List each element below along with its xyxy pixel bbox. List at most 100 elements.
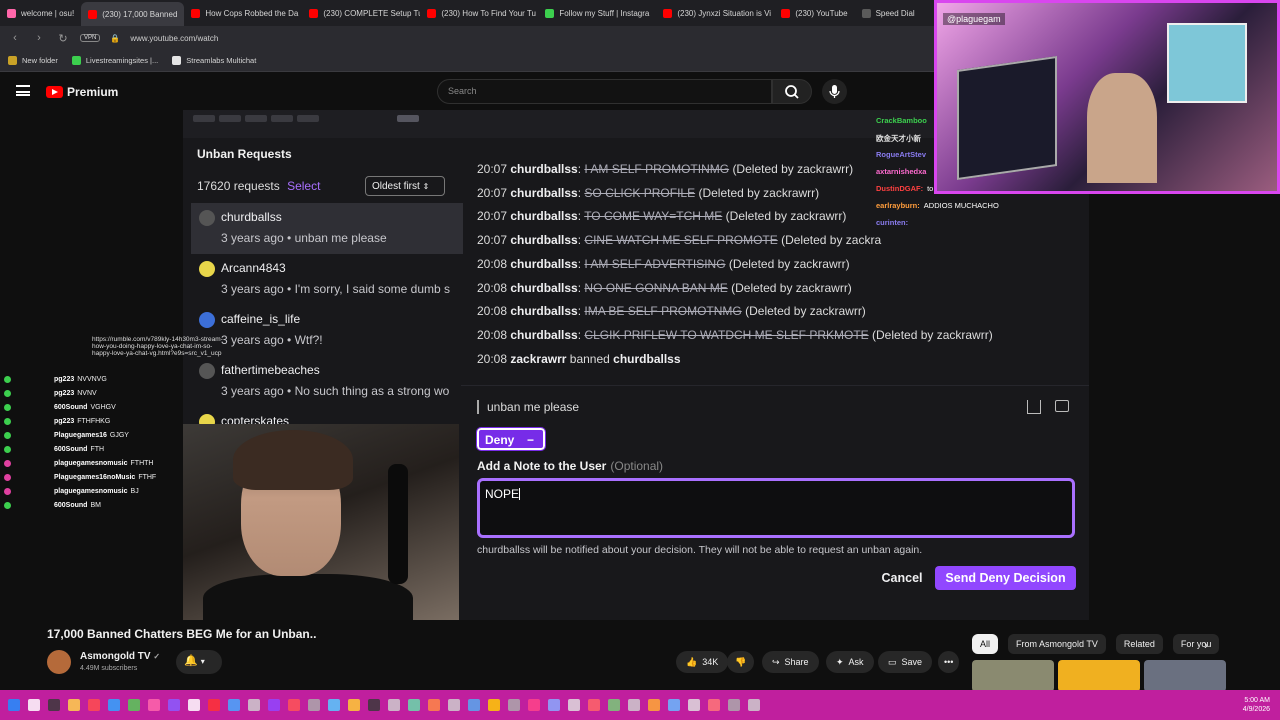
taskbar-app-icon[interactable] xyxy=(468,699,480,711)
request-list-item[interactable]: churdballss 3 years ago • unban me please xyxy=(191,203,463,254)
taskbar-app-icon[interactable] xyxy=(168,699,180,711)
cancel-button[interactable]: Cancel xyxy=(869,566,935,590)
recommendation-thumbnail[interactable] xyxy=(1144,660,1226,692)
taskbar-app-icon[interactable] xyxy=(528,699,540,711)
inner-tab xyxy=(245,115,267,122)
forward-icon[interactable]: › xyxy=(32,32,46,44)
browser-tab[interactable]: (230) How To Find Your Tu xyxy=(420,2,538,24)
taskbar-app-icon[interactable] xyxy=(428,699,440,711)
taskbar-app-icon[interactable] xyxy=(308,699,320,711)
multichat-user: plaguegamesnomusic xyxy=(54,487,128,495)
youtube-logo[interactable]: Premium xyxy=(46,85,118,99)
like-button[interactable]: 👍 34K xyxy=(676,651,729,673)
notification-bell-button[interactable]: 🔔 ▾ xyxy=(176,650,222,674)
taskbar-app-icon[interactable] xyxy=(488,699,500,711)
ban-event-line: 20:08 zackrawrr banned churdballss xyxy=(477,352,681,366)
taskbar-app-icon[interactable] xyxy=(88,699,100,711)
taskbar-app-icon[interactable] xyxy=(208,699,220,711)
vpn-badge[interactable]: VPN xyxy=(80,34,101,42)
menu-icon[interactable] xyxy=(16,85,30,96)
taskbar-app-icon[interactable] xyxy=(288,699,300,711)
taskbar-app-icon[interactable] xyxy=(688,699,700,711)
reload-icon[interactable]: ↻ xyxy=(56,32,70,45)
browser-tab[interactable]: How Cops Robbed the Da xyxy=(184,2,302,24)
chevron-right-icon[interactable]: › xyxy=(1204,638,1208,652)
system-clock[interactable]: 5:00 AM 4/9/2026 xyxy=(1243,696,1270,714)
browser-tab[interactable]: welcome | osu! xyxy=(0,2,81,24)
taskbar-app-icon[interactable] xyxy=(648,699,660,711)
filter-chip[interactable]: Related xyxy=(1115,634,1163,654)
taskbar-app-icon[interactable] xyxy=(568,699,580,711)
filter-chip[interactable]: From Asmongold TV xyxy=(1008,634,1106,654)
tab-label: Follow my Stuff | Instagra xyxy=(559,8,650,18)
more-actions-button[interactable]: ••• xyxy=(938,651,960,673)
bookmark-item[interactable]: Livestreamingsites |... xyxy=(71,56,158,65)
select-link[interactable]: Select xyxy=(287,179,320,193)
ask-label: Ask xyxy=(848,657,864,667)
share-icon[interactable] xyxy=(1027,400,1041,414)
back-icon[interactable]: ‹ xyxy=(8,32,22,44)
taskbar-app-icon[interactable] xyxy=(28,699,40,711)
browser-tab[interactable]: (230) 17,000 Banned xyxy=(81,2,185,26)
bookmark-label: New folder xyxy=(22,56,58,65)
note-textarea[interactable]: NOPE xyxy=(477,478,1075,538)
taskbar-app-icon[interactable] xyxy=(248,699,260,711)
url-text[interactable]: www.youtube.com/watch xyxy=(130,34,218,43)
overlay-chat-user: CrackBamboo xyxy=(876,116,927,125)
save-button[interactable]: ▭ Save xyxy=(878,651,933,673)
report-icon[interactable] xyxy=(1055,400,1069,412)
taskbar-app-icon[interactable] xyxy=(368,699,380,711)
overlay-chat-user: RogueArtStev xyxy=(876,150,927,159)
taskbar-app-icon[interactable] xyxy=(328,699,340,711)
bookmark-item[interactable]: Streamlabs Multichat xyxy=(172,56,256,65)
taskbar-app-icon[interactable] xyxy=(188,699,200,711)
tab-label: (230) COMPLETE Setup Tu xyxy=(323,8,421,18)
bookmark-item[interactable]: New folder xyxy=(8,56,58,65)
recommendation-thumbnail[interactable] xyxy=(1058,660,1140,692)
taskbar-app-icon[interactable] xyxy=(128,699,140,711)
taskbar-app-icon[interactable] xyxy=(48,699,60,711)
deny-toggle-button[interactable]: Deny − xyxy=(476,427,546,451)
filter-chip[interactable]: For you xyxy=(1172,634,1220,654)
channel-avatar[interactable] xyxy=(47,650,71,674)
browser-tab[interactable]: (230) Jynxzi Situation is Vi xyxy=(656,2,774,24)
taskbar-app-icon[interactable] xyxy=(628,699,640,711)
taskbar-app-icon[interactable] xyxy=(108,699,120,711)
taskbar-app-icon[interactable] xyxy=(728,699,740,711)
share-button[interactable]: ↪ Share xyxy=(762,651,819,673)
filter-chip[interactable]: All xyxy=(972,634,999,654)
multichat-message: NVNV xyxy=(77,389,97,397)
taskbar-app-icon[interactable] xyxy=(408,699,420,711)
sort-dropdown[interactable]: Oldest first ⇕ xyxy=(365,176,445,196)
voice-search-button[interactable] xyxy=(822,79,847,104)
search-input[interactable]: Search xyxy=(437,79,772,104)
recommendation-thumbnail[interactable] xyxy=(972,660,1054,692)
start-icon[interactable] xyxy=(8,699,20,711)
dislike-button[interactable]: 👎 xyxy=(727,651,755,673)
taskbar-app-icon[interactable] xyxy=(348,699,360,711)
channel-name[interactable]: Asmongold TV ✓ xyxy=(80,651,160,662)
taskbar-app-icon[interactable] xyxy=(668,699,680,711)
taskbar-app-icon[interactable] xyxy=(748,699,760,711)
taskbar-app-icon[interactable] xyxy=(148,699,160,711)
browser-tab[interactable]: Speed Dial xyxy=(855,2,922,24)
request-list-item[interactable]: fathertimebeaches 3 years ago • No such t… xyxy=(191,356,463,407)
taskbar-app-icon[interactable] xyxy=(708,699,720,711)
tab-favicon-icon xyxy=(191,8,201,18)
taskbar-app-icon[interactable] xyxy=(608,699,620,711)
ask-button[interactable]: ✦ Ask xyxy=(826,651,874,673)
taskbar-app-icon[interactable] xyxy=(228,699,240,711)
browser-tab[interactable]: (230) COMPLETE Setup Tu xyxy=(302,2,420,24)
taskbar-app-icon[interactable] xyxy=(508,699,520,711)
browser-tab[interactable]: Follow my Stuff | Instagra xyxy=(538,2,656,24)
taskbar-app-icon[interactable] xyxy=(588,699,600,711)
send-deny-decision-button[interactable]: Send Deny Decision xyxy=(935,566,1076,590)
search-button[interactable] xyxy=(772,79,812,104)
browser-tab[interactable]: (230) YouTube xyxy=(774,2,854,24)
taskbar-app-icon[interactable] xyxy=(548,699,560,711)
taskbar-app-icon[interactable] xyxy=(388,699,400,711)
taskbar-app-icon[interactable] xyxy=(68,699,80,711)
request-list-item[interactable]: Arcann4843 3 years ago • I'm sorry, I sai… xyxy=(191,254,463,305)
taskbar-app-icon[interactable] xyxy=(268,699,280,711)
taskbar-app-icon[interactable] xyxy=(448,699,460,711)
